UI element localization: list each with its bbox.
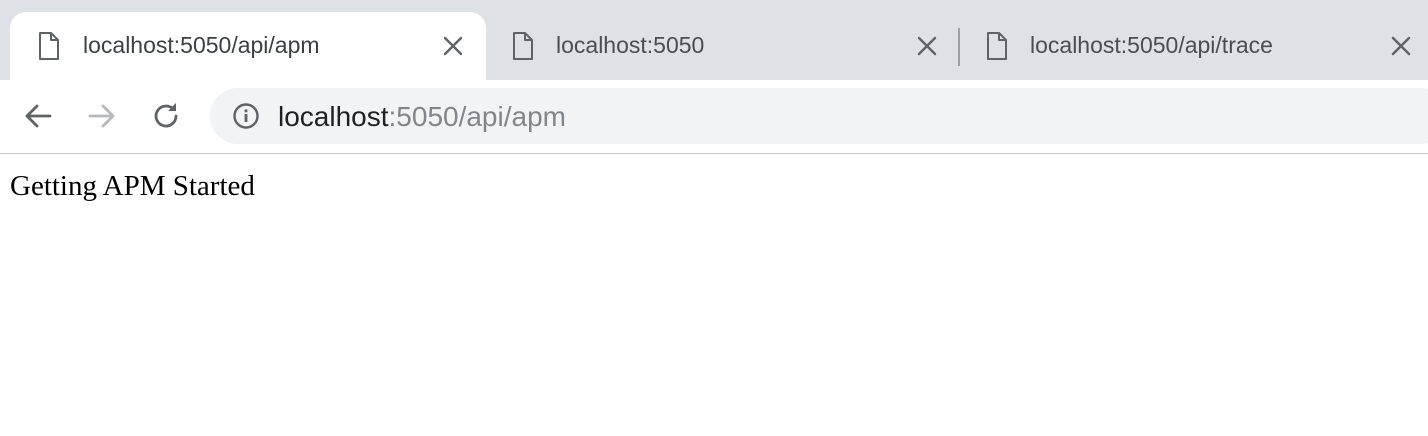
tab-strip: localhost:5050/api/apm localhost:5050 lo…	[0, 0, 1428, 80]
page-body-text: Getting APM Started	[10, 170, 255, 202]
tab-3[interactable]: localhost:5050/api/trace	[962, 12, 1428, 80]
tab-title: localhost:5050	[556, 32, 705, 58]
reload-icon[interactable]	[150, 100, 182, 132]
tab-title: localhost:5050/api/trace	[1030, 32, 1273, 58]
url-path: :5050/api/apm	[388, 101, 566, 132]
tab-2[interactable]: localhost:5050	[486, 12, 956, 80]
info-icon[interactable]	[232, 102, 260, 130]
file-icon	[513, 32, 533, 60]
browser-toolbar: localhost:5050/api/apm	[0, 80, 1428, 154]
close-icon[interactable]	[916, 35, 938, 57]
address-bar[interactable]: localhost:5050/api/apm	[210, 88, 1428, 144]
tab-title: localhost:5050/api/apm	[83, 32, 320, 58]
tab-separator	[958, 28, 960, 66]
url-text[interactable]: localhost:5050/api/apm	[278, 101, 566, 133]
arrow-right-icon[interactable]	[86, 100, 118, 132]
arrow-left-icon[interactable]	[22, 100, 54, 132]
close-icon[interactable]	[442, 35, 464, 57]
file-icon	[39, 32, 59, 60]
url-host: localhost	[278, 101, 389, 132]
close-icon[interactable]	[1390, 35, 1412, 57]
file-icon	[987, 32, 1007, 60]
tab-active[interactable]: localhost:5050/api/apm	[10, 12, 486, 80]
